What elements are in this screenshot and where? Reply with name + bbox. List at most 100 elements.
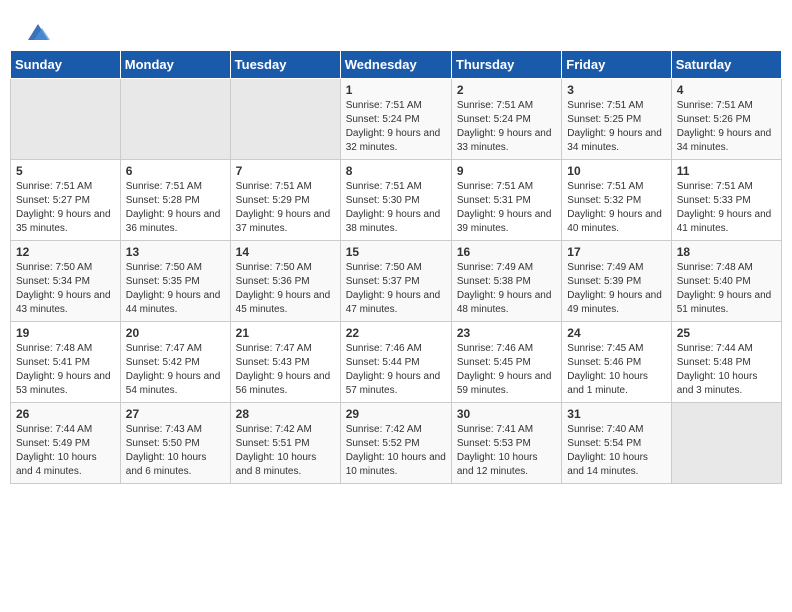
table-row: 19 Sunrise: 7:48 AMSunset: 5:41 PMDayligh… (11, 322, 121, 403)
table-row: 8 Sunrise: 7:51 AMSunset: 5:30 PMDaylight… (340, 160, 451, 241)
table-row: 18 Sunrise: 7:48 AMSunset: 5:40 PMDayligh… (671, 241, 781, 322)
table-row: 13 Sunrise: 7:50 AMSunset: 5:35 PMDayligh… (120, 241, 230, 322)
table-row: 17Sunrise: 7:49 AMSunset: 5:39 PMDayligh… (562, 241, 671, 322)
page-header (10, 10, 782, 44)
table-row: 11 Sunrise: 7:51 AMSunset: 5:33 PMDayligh… (671, 160, 781, 241)
day-info: Sunrise: 7:51 AMSunset: 5:24 PMDaylight:… (346, 99, 446, 155)
day-info: Sunrise: 7:46 AMSunset: 5:44 PMDaylight:… (346, 342, 446, 398)
day-info: Sunrise: 7:44 AMSunset: 5:49 PMDaylight:… (16, 423, 115, 479)
day-number: 6 (126, 164, 225, 178)
day-number: 31 (567, 407, 665, 421)
calendar-week-row: 1 Sunrise: 7:51 AMSunset: 5:24 PMDaylight… (11, 79, 782, 160)
day-info: Sunrise: 7:51 AMSunset: 5:25 PMDaylight:… (567, 99, 665, 155)
table-row: 28 Sunrise: 7:42 AMSunset: 5:51 PMDayligh… (230, 403, 340, 484)
day-number: 15 (346, 245, 446, 259)
table-row: 5 Sunrise: 7:51 AMSunset: 5:27 PMDaylight… (11, 160, 121, 241)
table-row: 20Sunrise: 7:47 AMSunset: 5:42 PMDayligh… (120, 322, 230, 403)
table-row: 23 Sunrise: 7:46 AMSunset: 5:45 PMDayligh… (451, 322, 561, 403)
weekday-header-thursday: Thursday (451, 51, 561, 79)
day-info: Sunrise: 7:48 AMSunset: 5:40 PMDaylight:… (677, 261, 776, 317)
day-number: 23 (457, 326, 556, 340)
day-info: Sunrise: 7:51 AMSunset: 5:33 PMDaylight:… (677, 180, 776, 236)
day-info: Sunrise: 7:42 AMSunset: 5:51 PMDaylight:… (236, 423, 335, 479)
weekday-header-row: SundayMondayTuesdayWednesdayThursdayFrid… (11, 51, 782, 79)
day-info: Sunrise: 7:49 AMSunset: 5:39 PMDaylight:… (567, 261, 665, 317)
table-row: 25Sunrise: 7:44 AMSunset: 5:48 PMDayligh… (671, 322, 781, 403)
day-number: 28 (236, 407, 335, 421)
weekday-header-saturday: Saturday (671, 51, 781, 79)
table-row (120, 79, 230, 160)
day-number: 26 (16, 407, 115, 421)
day-info: Sunrise: 7:47 AMSunset: 5:43 PMDaylight:… (236, 342, 335, 398)
table-row (11, 79, 121, 160)
day-number: 30 (457, 407, 556, 421)
table-row: 10 Sunrise: 7:51 AMSunset: 5:32 PMDayligh… (562, 160, 671, 241)
logo-icon (24, 18, 52, 46)
day-number: 4 (677, 83, 776, 97)
day-number: 24 (567, 326, 665, 340)
calendar-week-row: 19 Sunrise: 7:48 AMSunset: 5:41 PMDayligh… (11, 322, 782, 403)
table-row: 27Sunrise: 7:43 AMSunset: 5:50 PMDayligh… (120, 403, 230, 484)
table-row: 2 Sunrise: 7:51 AMSunset: 5:24 PMDaylight… (451, 79, 561, 160)
day-number: 18 (677, 245, 776, 259)
table-row: 12 Sunrise: 7:50 AMSunset: 5:34 PMDayligh… (11, 241, 121, 322)
day-number: 19 (16, 326, 115, 340)
day-number: 13 (126, 245, 225, 259)
day-number: 16 (457, 245, 556, 259)
table-row: 15Sunrise: 7:50 AMSunset: 5:37 PMDayligh… (340, 241, 451, 322)
day-info: Sunrise: 7:47 AMSunset: 5:42 PMDaylight:… (126, 342, 225, 398)
table-row: 7Sunrise: 7:51 AMSunset: 5:29 PMDaylight… (230, 160, 340, 241)
weekday-header-tuesday: Tuesday (230, 51, 340, 79)
table-row: 14 Sunrise: 7:50 AMSunset: 5:36 PMDayligh… (230, 241, 340, 322)
day-info: Sunrise: 7:43 AMSunset: 5:50 PMDaylight:… (126, 423, 225, 479)
weekday-header-friday: Friday (562, 51, 671, 79)
table-row: 24Sunrise: 7:45 AMSunset: 5:46 PMDayligh… (562, 322, 671, 403)
table-row: 3 Sunrise: 7:51 AMSunset: 5:25 PMDaylight… (562, 79, 671, 160)
day-number: 8 (346, 164, 446, 178)
day-info: Sunrise: 7:50 AMSunset: 5:35 PMDaylight:… (126, 261, 225, 317)
table-row: 29Sunrise: 7:42 AMSunset: 5:52 PMDayligh… (340, 403, 451, 484)
day-number: 5 (16, 164, 115, 178)
day-number: 14 (236, 245, 335, 259)
day-info: Sunrise: 7:51 AMSunset: 5:24 PMDaylight:… (457, 99, 556, 155)
table-row: 31 Sunrise: 7:40 AMSunset: 5:54 PMDayligh… (562, 403, 671, 484)
day-number: 3 (567, 83, 665, 97)
day-number: 2 (457, 83, 556, 97)
calendar-week-row: 5 Sunrise: 7:51 AMSunset: 5:27 PMDaylight… (11, 160, 782, 241)
day-number: 22 (346, 326, 446, 340)
day-number: 7 (236, 164, 335, 178)
weekday-header-monday: Monday (120, 51, 230, 79)
day-number: 21 (236, 326, 335, 340)
day-number: 9 (457, 164, 556, 178)
table-row: 9Sunrise: 7:51 AMSunset: 5:31 PMDaylight… (451, 160, 561, 241)
table-row: 1 Sunrise: 7:51 AMSunset: 5:24 PMDaylight… (340, 79, 451, 160)
table-row: 16 Sunrise: 7:49 AMSunset: 5:38 PMDayligh… (451, 241, 561, 322)
calendar-table: SundayMondayTuesdayWednesdayThursdayFrid… (10, 50, 782, 484)
day-info: Sunrise: 7:51 AMSunset: 5:26 PMDaylight:… (677, 99, 776, 155)
day-info: Sunrise: 7:51 AMSunset: 5:27 PMDaylight:… (16, 180, 115, 236)
day-info: Sunrise: 7:41 AMSunset: 5:53 PMDaylight:… (457, 423, 556, 479)
table-row (230, 79, 340, 160)
day-info: Sunrise: 7:51 AMSunset: 5:32 PMDaylight:… (567, 180, 665, 236)
day-number: 10 (567, 164, 665, 178)
day-info: Sunrise: 7:48 AMSunset: 5:41 PMDaylight:… (16, 342, 115, 398)
logo (22, 18, 52, 40)
day-info: Sunrise: 7:50 AMSunset: 5:34 PMDaylight:… (16, 261, 115, 317)
table-row: 26 Sunrise: 7:44 AMSunset: 5:49 PMDayligh… (11, 403, 121, 484)
day-number: 11 (677, 164, 776, 178)
table-row: 21 Sunrise: 7:47 AMSunset: 5:43 PMDayligh… (230, 322, 340, 403)
day-info: Sunrise: 7:51 AMSunset: 5:30 PMDaylight:… (346, 180, 446, 236)
calendar-week-row: 26 Sunrise: 7:44 AMSunset: 5:49 PMDayligh… (11, 403, 782, 484)
day-number: 1 (346, 83, 446, 97)
table-row: 4 Sunrise: 7:51 AMSunset: 5:26 PMDaylight… (671, 79, 781, 160)
weekday-header-wednesday: Wednesday (340, 51, 451, 79)
day-number: 12 (16, 245, 115, 259)
day-info: Sunrise: 7:40 AMSunset: 5:54 PMDaylight:… (567, 423, 665, 479)
day-info: Sunrise: 7:50 AMSunset: 5:36 PMDaylight:… (236, 261, 335, 317)
day-info: Sunrise: 7:44 AMSunset: 5:48 PMDaylight:… (677, 342, 776, 398)
day-info: Sunrise: 7:49 AMSunset: 5:38 PMDaylight:… (457, 261, 556, 317)
table-row (671, 403, 781, 484)
day-info: Sunrise: 7:46 AMSunset: 5:45 PMDaylight:… (457, 342, 556, 398)
weekday-header-sunday: Sunday (11, 51, 121, 79)
calendar-week-row: 12 Sunrise: 7:50 AMSunset: 5:34 PMDayligh… (11, 241, 782, 322)
